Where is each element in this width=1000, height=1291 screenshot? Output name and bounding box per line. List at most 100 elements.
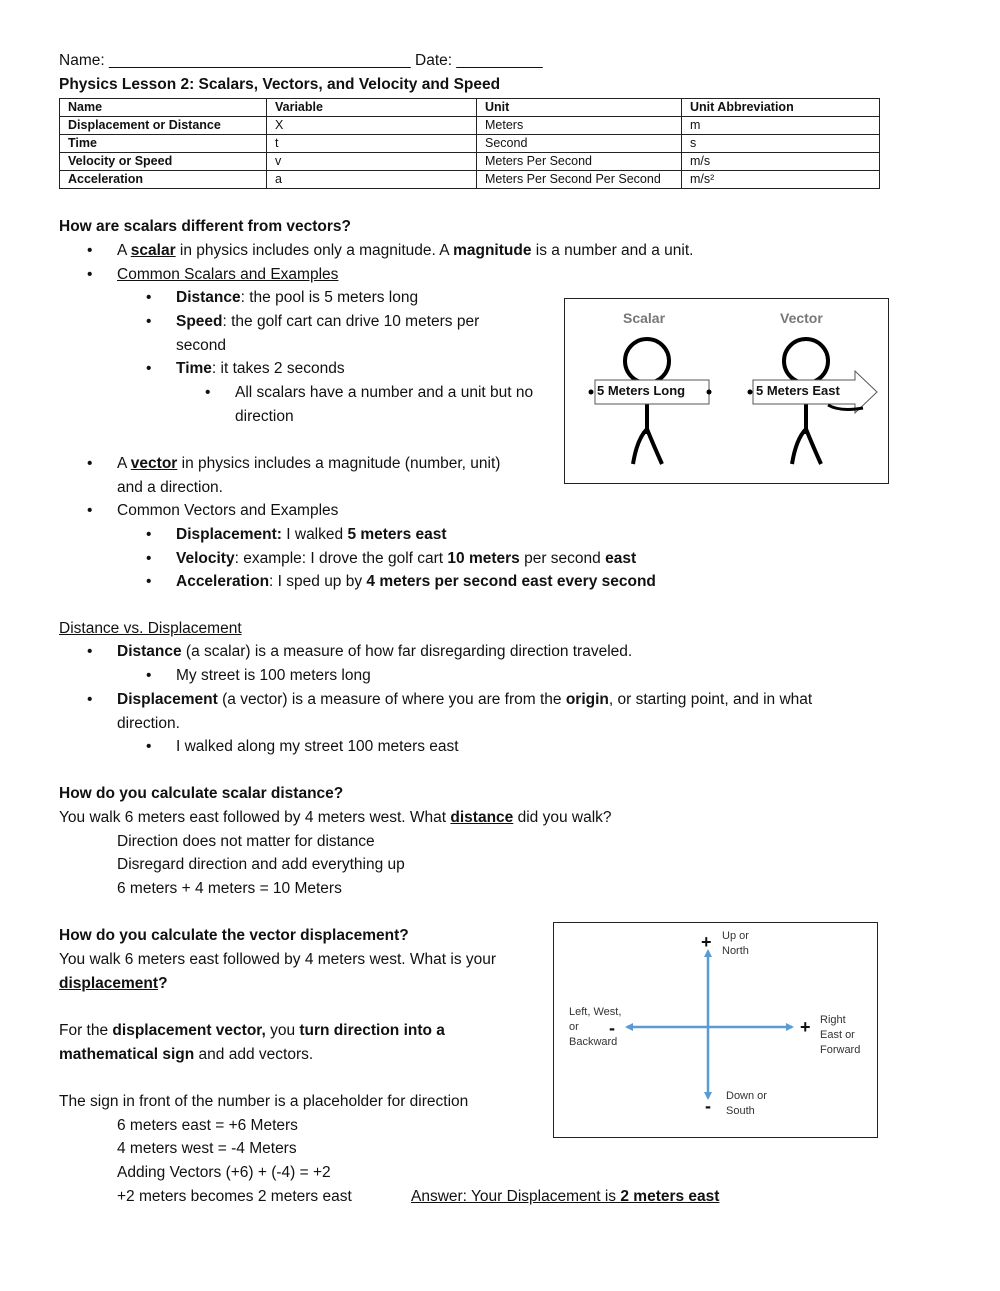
right-plus-sign: + — [800, 1017, 811, 1037]
date-label: Date: — [415, 52, 453, 69]
cell-variable: t — [266, 134, 477, 153]
text: North — [722, 945, 749, 957]
term-distance: distance — [450, 809, 514, 826]
term: Distance — [117, 643, 182, 660]
emphasis: 5 meters east — [347, 526, 447, 543]
text: : example: I drove the golf cart — [234, 550, 448, 567]
term-origin: origin — [565, 691, 609, 708]
vector-example: Displacement: I walked 5 meters east — [146, 525, 447, 545]
distance-example: My street is 100 meters long — [146, 666, 371, 686]
column-header: Unit — [476, 98, 682, 117]
vector-step: +2 meters becomes 2 meters east — [117, 1188, 352, 1205]
cell-variable: a — [266, 170, 477, 189]
displacement-example: I walked along my street 100 meters east — [146, 737, 459, 757]
text: Left, West, — [569, 1006, 622, 1018]
right-label: Right East or Forward — [820, 1013, 860, 1058]
term: Speed — [176, 313, 223, 330]
scalar-step: 6 meters + 4 meters = 10 Meters — [117, 880, 342, 897]
term-magnitude: magnitude — [453, 242, 532, 259]
scalar-step: Direction does not matter for distance — [117, 833, 375, 850]
table-row: Time t Second s — [59, 134, 880, 153]
scalar-stick-figure — [588, 337, 712, 465]
text: East or — [820, 1029, 855, 1041]
emphasis: mathematical sign — [59, 1046, 195, 1063]
text: did you walk? — [513, 809, 612, 826]
scalar-note: All scalars have a number and a unit but… — [205, 383, 533, 403]
text: and add vectors. — [194, 1046, 314, 1063]
vector-explain: For the displacement vector, you turn di… — [59, 1021, 445, 1041]
scalar-example: Speed: the golf cart can drive 10 meters… — [146, 312, 480, 332]
cell-name: Displacement or Distance — [59, 116, 267, 135]
answer: Answer: Your Displacement is 2 meters ea… — [411, 1187, 719, 1207]
text: per second — [519, 550, 606, 567]
text: : the golf cart can drive 10 meters per — [222, 313, 480, 330]
term-displacement: displacement — [59, 975, 159, 992]
text: I walked — [281, 526, 348, 543]
sign-note: The sign in front of the number is a pla… — [59, 1093, 469, 1110]
section-heading: How do you calculate the vector displace… — [59, 927, 409, 944]
left-label: Left, West, or Backward — [569, 1005, 621, 1050]
cell-variable: X — [266, 116, 477, 135]
displacement-definition: Displacement (a vector) is a measure of … — [87, 690, 812, 710]
vector-question: You walk 6 meters east followed by 4 met… — [59, 951, 497, 968]
text: (a scalar) is a measure of how far disre… — [181, 643, 633, 660]
text: Up or — [722, 930, 749, 942]
vector-question-continued: displacement? — [59, 974, 168, 994]
scalar-step: Disregard direction and add everything u… — [117, 856, 405, 873]
text: A — [117, 455, 131, 472]
text: in physics includes only a magnitude. A — [175, 242, 454, 259]
name-label: Name: — [59, 52, 105, 69]
column-header: Variable — [266, 98, 477, 117]
common-vectors-heading: Common Vectors and Examples — [87, 501, 338, 521]
emphasis: 10 meters — [447, 550, 520, 567]
vector-explain-continued: mathematical sign and add vectors. — [59, 1045, 313, 1065]
text: Backward — [569, 1036, 618, 1048]
common-scalars-heading: Common Scalars and Examples — [87, 265, 338, 285]
cell-abbrev: m/s² — [681, 170, 880, 189]
scalar-sign-text: 5 Meters Long — [597, 383, 686, 398]
section-heading: Distance vs. Displacement — [59, 620, 242, 637]
emphasis: east — [605, 550, 637, 567]
term: Displacement: — [176, 526, 282, 543]
name-blank[interactable]: ___________________________________ — [109, 52, 411, 69]
term: Acceleration — [176, 573, 270, 590]
direction-axes-figure: + Up or North - Down or South - Left, We… — [553, 922, 878, 1138]
vector-step: 6 meters east = +6 Meters — [117, 1117, 298, 1134]
text: : the pool is 5 meters long — [240, 289, 419, 306]
section-heading: How do you calculate scalar distance? — [59, 785, 344, 802]
table-header-row: Name Variable Unit Unit Abbreviation — [59, 98, 880, 117]
text: You walk 6 meters east followed by 4 met… — [59, 809, 451, 826]
cell-abbrev: s — [681, 134, 880, 153]
cell-variable: v — [266, 152, 477, 171]
column-header: Unit Abbreviation — [681, 98, 880, 117]
emphasis: 4 meters per second east every second — [366, 573, 656, 590]
text: Right — [820, 1014, 846, 1026]
scalar-note-continued: direction — [235, 408, 294, 425]
cell-name: Velocity or Speed — [59, 152, 267, 171]
down-minus-sign: - — [705, 1096, 711, 1116]
term: Velocity — [176, 550, 235, 567]
cell-unit: Meters — [476, 116, 682, 135]
text: Forward — [820, 1044, 861, 1056]
scalar-vector-figure: Scalar Vector 5 Meters Long 5 Meters Eas… — [564, 298, 889, 484]
text: (a vector) is a measure of where you are… — [217, 691, 566, 708]
scalar-question: You walk 6 meters east followed by 4 met… — [59, 808, 612, 828]
down-label: Down or South — [726, 1089, 767, 1119]
term: Time — [176, 360, 212, 377]
text: ? — [158, 975, 168, 992]
text: : it takes 2 seconds — [211, 360, 345, 377]
table-row: Acceleration a Meters Per Second Per Sec… — [59, 170, 880, 189]
cell-unit: Second — [476, 134, 682, 153]
column-header: Name — [59, 98, 267, 117]
scalar-example: Time: it takes 2 seconds — [146, 359, 345, 379]
cell-unit: Meters Per Second — [476, 152, 682, 171]
distance-definition: Distance (a scalar) is a measure of how … — [87, 642, 633, 662]
cell-unit: Meters Per Second Per Second — [476, 170, 682, 189]
text: Down or — [726, 1090, 767, 1102]
table-row: Velocity or Speed v Meters Per Second m/… — [59, 152, 880, 171]
vector-stick-figure — [747, 337, 878, 465]
text: you — [265, 1022, 300, 1039]
units-table: Name Variable Unit Unit Abbreviation Dis… — [59, 98, 880, 189]
answer-value: 2 meters east — [620, 1188, 720, 1205]
date-blank[interactable]: __________ — [456, 52, 542, 69]
